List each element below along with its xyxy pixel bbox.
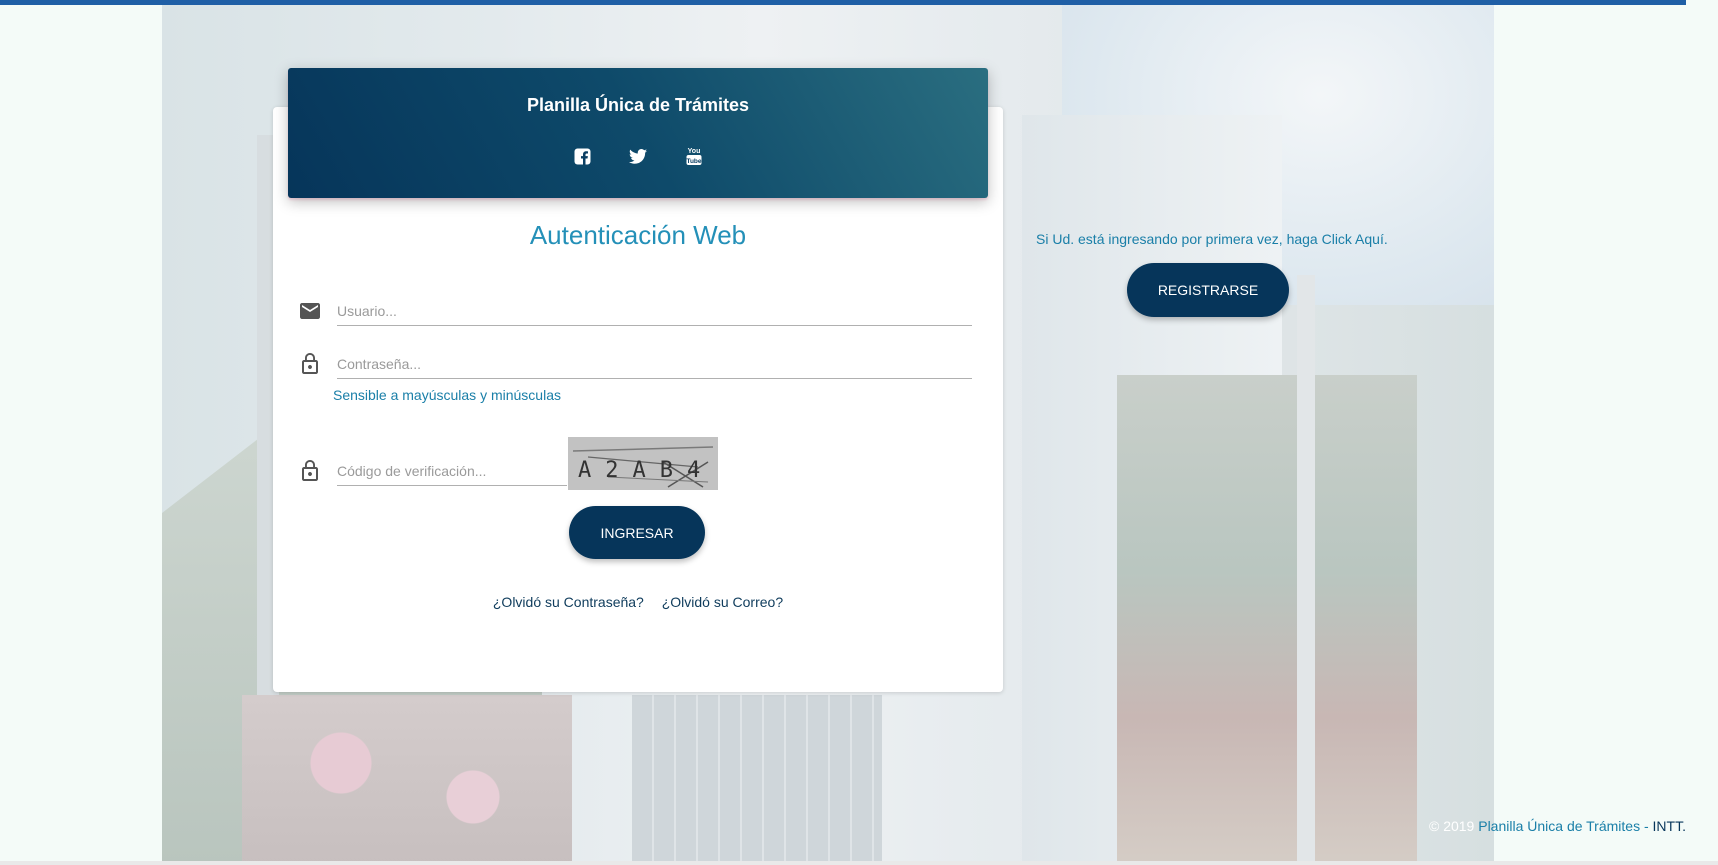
mail-icon <box>298 299 322 323</box>
lock-icon <box>298 459 322 483</box>
forgot-email-link[interactable]: ¿Olvidó su Correo? <box>662 594 783 610</box>
footer-org-link[interactable]: INTT. <box>1653 818 1686 834</box>
footer-separator: - <box>1640 818 1653 834</box>
twitter-icon[interactable] <box>629 146 647 166</box>
svg-text:Tube: Tube <box>686 158 701 165</box>
forgot-password-link[interactable]: ¿Olvidó su Contraseña? <box>493 594 644 610</box>
bottom-divider <box>0 861 1718 865</box>
social-links: You Tube <box>288 146 988 166</box>
footer-copyright: © 2019 <box>1428 818 1475 834</box>
header-title: Planilla Única de Trámites <box>526 95 750 115</box>
svg-text:You: You <box>688 148 701 155</box>
footer: © 2019 Planilla Única de Trámites - INTT… <box>1429 818 1686 834</box>
card-header: Planilla Única de Trámites You Tube <box>288 68 988 198</box>
captcha-image: A2AB4 <box>568 437 718 490</box>
recovery-links: ¿Olvidó su Contraseña? ¿Olvidó su Correo… <box>273 594 1003 610</box>
case-sensitive-hint: Sensible a mayúsculas y minúsculas <box>333 387 561 403</box>
register-button[interactable]: REGISTRARSE <box>1127 263 1289 317</box>
facebook-icon[interactable] <box>573 146 591 166</box>
register-prompt[interactable]: Si Ud. está ingresando por primera vez, … <box>1036 231 1388 247</box>
password-input[interactable] <box>337 356 972 379</box>
footer-app-link[interactable]: Planilla Única de Trámites <box>1478 818 1640 834</box>
captcha-text: A2AB4 <box>578 458 714 483</box>
auth-title: Autenticación Web <box>529 220 747 250</box>
lock-icon <box>298 352 322 376</box>
login-button[interactable]: INGRESAR <box>569 506 705 559</box>
captcha-input[interactable] <box>337 463 567 486</box>
username-input[interactable] <box>337 303 972 326</box>
youtube-icon[interactable]: You Tube <box>685 146 703 166</box>
